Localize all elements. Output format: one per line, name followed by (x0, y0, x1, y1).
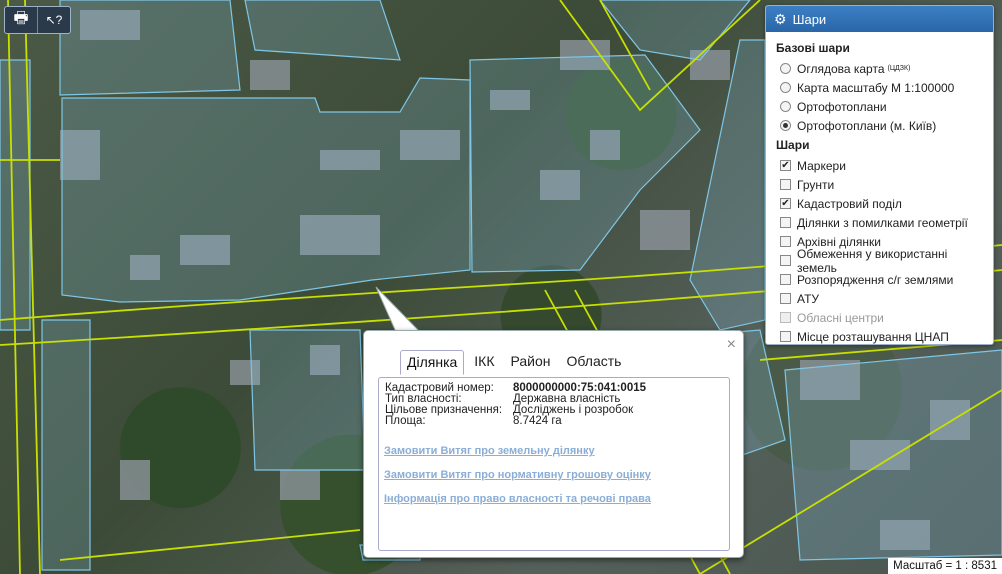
popup-tabs: Ділянка ІКК Район Область (400, 350, 631, 375)
radio-button[interactable] (780, 101, 791, 112)
info-value: 8.7424 га (513, 415, 562, 427)
base-layers-title: Базові шари (776, 41, 850, 55)
base-layer-option[interactable]: Карта масштабу М 1:100000 (776, 78, 983, 97)
overlay-layer-option[interactable]: Місце розташування ЦНАП (776, 327, 983, 346)
radio-button[interactable] (780, 120, 791, 131)
overlay-layer-option: Обласні центри (776, 308, 983, 327)
ownership-info-link[interactable]: Інформація про право власності та речові… (384, 493, 651, 505)
base-layer-label: Ортофотоплани (м. Київ) (797, 118, 937, 133)
checkbox[interactable] (780, 274, 791, 285)
layers-panel: ⚙ Шари Базові шари Оглядова карта (ЦДЗК) К… (765, 5, 994, 345)
gear-icon: ⚙ (774, 10, 787, 27)
checkbox[interactable] (780, 293, 791, 304)
identify-help-button[interactable]: ↖? (38, 7, 70, 33)
overlay-layer-label: Кадастровий поділ (797, 196, 902, 211)
popup-tab[interactable]: Район (505, 350, 557, 375)
overlay-layer-option[interactable]: Ділянки з помилками геометрії (776, 213, 983, 232)
overlay-layer-option[interactable]: Грунти (776, 175, 983, 194)
map-toolbar: 🖶 ↖? (4, 6, 71, 34)
checkbox[interactable]: ✔ (780, 198, 791, 209)
base-layer-option[interactable]: Оглядова карта (ЦДЗК) (776, 59, 983, 78)
base-layer-option[interactable]: Ортофотоплани (м. Київ) (776, 116, 983, 135)
parcel-info-table: Кадастровий номер: 8000000000:75:041:0015… (385, 382, 646, 427)
checkbox[interactable] (780, 217, 791, 228)
order-valuation-extract-link[interactable]: Замовити Витяг про нормативну грошову оц… (384, 469, 651, 481)
identify-help-icon: ↖? (45, 13, 63, 27)
base-layer-label: Карта масштабу М 1:100000 (797, 80, 955, 95)
overlay-layer-label: Обласні центри (797, 310, 884, 325)
overlay-layer-label: Обмеження у використанні земель (797, 246, 948, 275)
checkbox[interactable]: ✔ (780, 160, 791, 171)
overlay-layer-option[interactable]: Розпорядження с/г землями (776, 270, 983, 289)
overlay-layers-list: ✔ Маркери Грунти ✔ Кадастровий поділ Ділянки … (776, 156, 983, 346)
overlay-layer-label: Розпорядження с/г землями (797, 272, 954, 287)
checkbox[interactable] (780, 255, 791, 266)
order-land-extract-link[interactable]: Замовити Витяг про земельну ділянку (384, 445, 595, 457)
scale-indicator: Масштаб = 1 : 8531 (888, 558, 1002, 574)
tab-content: Кадастровий номер: 8000000000:75:041:0015… (378, 377, 730, 551)
checkbox[interactable] (780, 179, 791, 190)
popup-tab[interactable]: ІКК (468, 350, 500, 375)
overlay-layer-option[interactable]: ✔ Маркери (776, 156, 983, 175)
overlay-layer-label: Грунти (797, 177, 835, 192)
overlays-title: Шари (776, 138, 810, 152)
overlay-layer-label: АТУ (797, 291, 820, 306)
parcel-info-popup: × Ділянка ІКК Район Область Кадастровий ном… (363, 330, 744, 558)
radio-button[interactable] (780, 82, 791, 93)
info-key: Площа: (385, 415, 426, 427)
overlay-layer-option[interactable]: ✔ Кадастровий поділ (776, 194, 983, 213)
checkbox[interactable] (780, 236, 791, 247)
popup-tab[interactable]: Область (561, 350, 628, 375)
checkbox[interactable] (780, 331, 791, 342)
overlay-layer-label: Місце розташування ЦНАП (797, 329, 949, 344)
overlay-layer-option[interactable]: Обмеження у використанні земель (776, 247, 983, 275)
close-icon[interactable]: × (727, 336, 736, 354)
info-row: Площа: 8.7424 га (385, 415, 646, 427)
layers-header[interactable]: ⚙ Шари (766, 6, 993, 32)
base-layer-option[interactable]: Ортофотоплани (776, 97, 983, 116)
layers-title: Шари (792, 11, 827, 27)
checkbox (780, 312, 791, 323)
base-layer-label: Ортофотоплани (797, 99, 887, 114)
base-layer-sup: (ЦДЗК) (887, 65, 911, 72)
radio-button[interactable] (780, 63, 791, 74)
print-icon: 🖶 (13, 9, 29, 27)
base-layer-label: Оглядова карта (797, 61, 885, 76)
overlay-layer-option[interactable]: АТУ (776, 289, 983, 308)
overlay-layer-label: Маркери (797, 158, 846, 173)
print-button[interactable]: 🖶 (5, 7, 38, 33)
popup-tab[interactable]: Ділянка (400, 350, 465, 375)
overlay-layer-label: Ділянки з помилками геометрії (797, 215, 968, 230)
base-layers-list: Оглядова карта (ЦДЗК) Карта масштабу М 1:1… (776, 59, 983, 135)
